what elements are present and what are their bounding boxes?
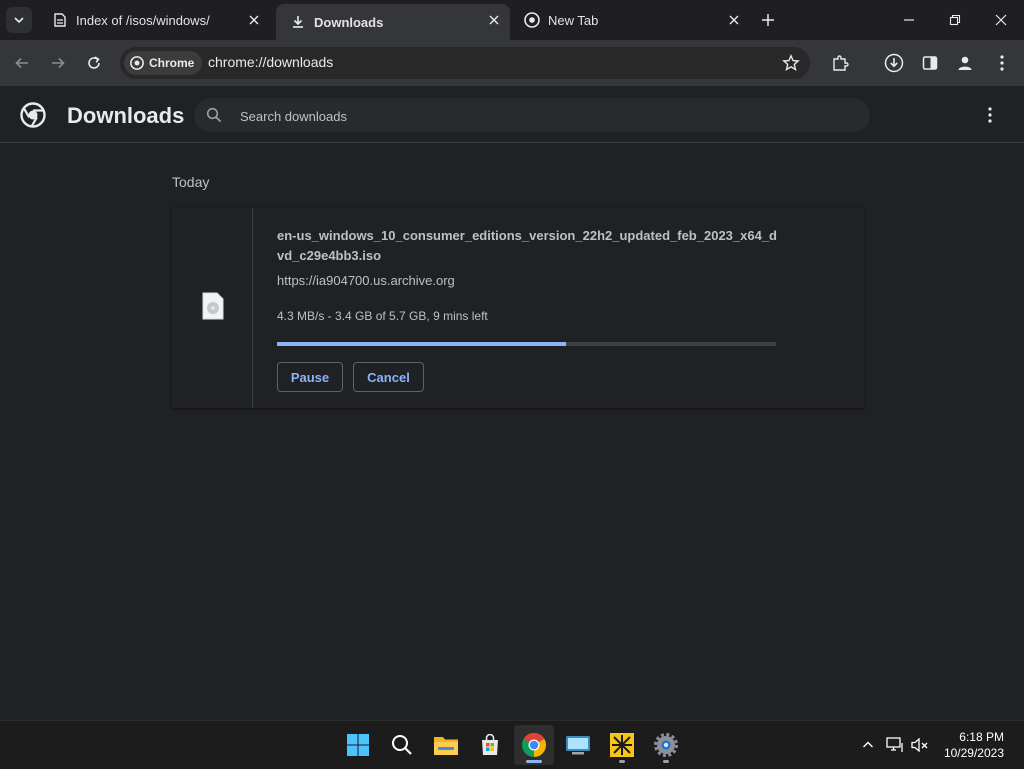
search-icon [206, 107, 222, 123]
profile-button[interactable] [953, 51, 977, 75]
computer-icon [566, 736, 590, 755]
chrome-taskbar-button[interactable] [514, 725, 554, 765]
close-icon[interactable] [726, 12, 742, 28]
running-indicator [663, 760, 669, 763]
downloads-button[interactable] [882, 51, 906, 75]
show-hidden-icons-button[interactable] [858, 735, 878, 755]
running-indicator [619, 760, 625, 763]
settings-button[interactable] [646, 725, 686, 765]
store-icon [482, 734, 498, 755]
reload-icon [88, 56, 100, 69]
tab-title: Downloads [314, 14, 384, 30]
tab-search-button[interactable] [6, 7, 32, 33]
chrome-logo-icon [20, 102, 46, 128]
side-panel-icon [922, 56, 938, 70]
close-icon[interactable] [486, 12, 502, 28]
close-window-button[interactable] [978, 0, 1024, 40]
puzzle-icon [833, 55, 849, 71]
terminal-button[interactable] [558, 725, 598, 765]
downloads-header: Downloads [0, 86, 1024, 143]
reload-button[interactable] [80, 49, 108, 77]
taskbar: 6:18 PM 10/29/2023 [0, 720, 1024, 769]
file-explorer-button[interactable] [426, 725, 466, 765]
source-url[interactable]: https://ia904700.us.archive.org [277, 273, 455, 288]
tab-new-tab[interactable]: New Tab [510, 4, 750, 36]
volume-muted-icon [911, 737, 928, 753]
page-title: Downloads [67, 103, 185, 128]
clock-date: 10/29/2023 [943, 746, 1004, 760]
taskbar-search-button[interactable] [382, 725, 422, 765]
download-icon [290, 14, 306, 30]
progress-fill [277, 342, 567, 346]
site-info-chip[interactable]: Chrome [124, 51, 203, 75]
tab-downloads[interactable]: Downloads [276, 4, 510, 40]
date-group-label: Today [172, 174, 210, 190]
microsoft-store-button[interactable] [470, 725, 510, 765]
url-text[interactable]: chrome://downloads [208, 54, 333, 70]
minimize-button[interactable] [886, 0, 932, 40]
more-vert-icon [988, 107, 992, 123]
tab-strip: Index of /isos/windows/ Downloads New Ta… [0, 0, 1024, 40]
extensions-button[interactable] [828, 51, 852, 75]
volume-button[interactable] [910, 735, 930, 755]
person-icon [958, 56, 972, 70]
chrome-icon [524, 12, 540, 28]
chip-label: Chrome [149, 56, 195, 70]
windows-start-icon [347, 734, 369, 756]
side-panel-button[interactable] [918, 51, 942, 75]
download-circle-icon [884, 53, 904, 73]
cancel-button[interactable]: Cancel [353, 362, 424, 392]
back-arrow-icon [15, 57, 28, 69]
download-progress-bar [277, 342, 776, 346]
file-icon-column [172, 208, 253, 408]
download-status: 4.3 MB/s - 3.4 GB of 5.7 GB, 9 mins left [277, 309, 488, 323]
close-icon [995, 14, 1007, 26]
active-indicator [526, 760, 542, 763]
pause-button[interactable]: Pause [277, 362, 343, 392]
downloads-menu-button[interactable] [978, 105, 1002, 125]
monitor-network-icon [886, 737, 903, 752]
browser-menu-button[interactable] [990, 51, 1014, 75]
restore-icon [949, 14, 961, 26]
search-input[interactable] [238, 98, 842, 134]
network-tool-button[interactable] [602, 725, 642, 765]
close-icon[interactable] [246, 12, 262, 28]
system-clock[interactable]: 6:18 PM 10/29/2023 [944, 729, 1004, 761]
forward-arrow-icon [52, 57, 65, 69]
download-item: en-us_windows_10_consumer_editions_versi… [172, 208, 864, 408]
star-icon[interactable] [782, 54, 800, 72]
clock-time: 6:18 PM [959, 730, 1004, 744]
more-vert-icon [1000, 55, 1004, 71]
network-status-button[interactable] [885, 735, 905, 755]
forward-button[interactable] [44, 49, 72, 77]
network-icon [610, 733, 634, 757]
start-button[interactable] [338, 725, 378, 765]
chevron-up-icon [863, 741, 873, 748]
chrome-color-icon [522, 732, 547, 757]
new-tab-button[interactable] [756, 8, 780, 32]
plus-icon [762, 14, 774, 26]
disc-file-icon [202, 292, 224, 320]
browser-toolbar: Chrome chrome://downloads [0, 40, 1024, 113]
chrome-icon [130, 56, 144, 70]
tab-title: Index of /isos/windows/ [76, 12, 210, 28]
chevron-down-icon [14, 17, 24, 24]
search-box[interactable] [194, 98, 870, 134]
search-icon [392, 735, 412, 755]
gear-icon [654, 733, 678, 757]
back-button[interactable] [8, 49, 36, 77]
archive-icon [52, 12, 68, 28]
restore-button[interactable] [932, 0, 978, 40]
tab-title: New Tab [548, 12, 599, 28]
minimize-icon [904, 19, 914, 21]
file-name[interactable]: en-us_windows_10_consumer_editions_versi… [277, 226, 777, 266]
address-bar[interactable]: Chrome chrome://downloads [120, 47, 810, 79]
folder-icon [434, 737, 458, 755]
tab-index-of-isos[interactable]: Index of /isos/windows/ [38, 4, 270, 36]
